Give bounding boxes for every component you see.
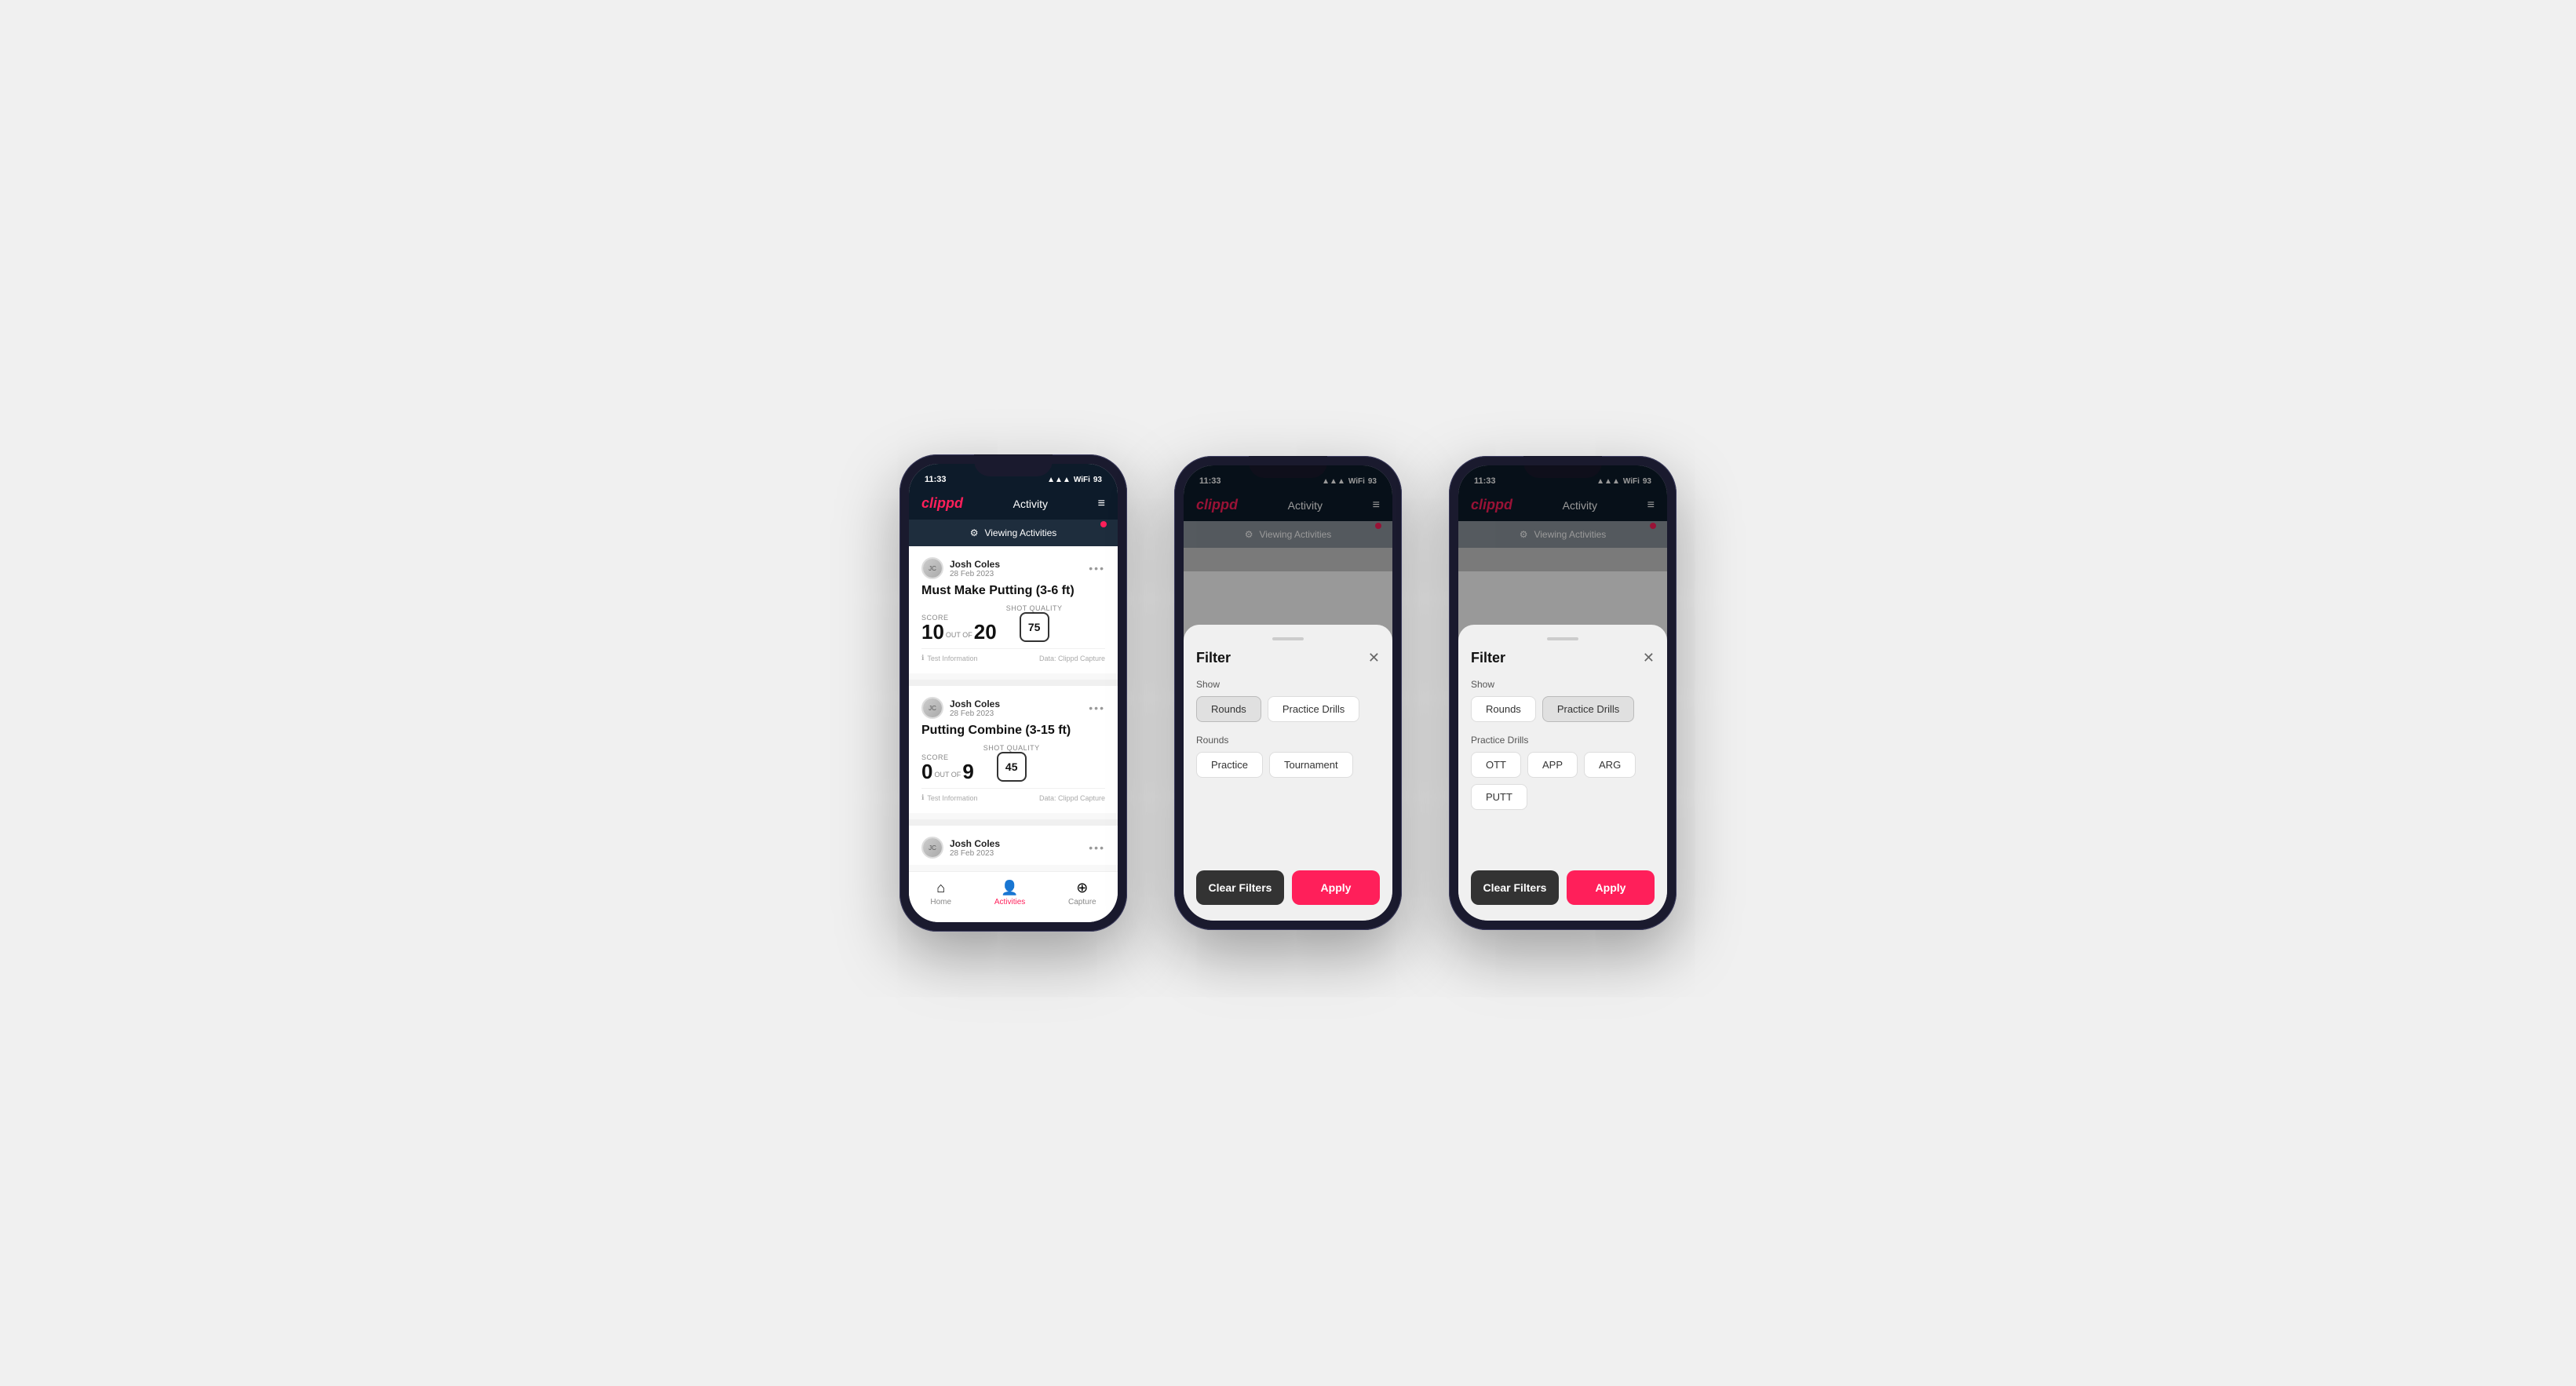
- avatar-2: JC: [921, 697, 943, 719]
- shots-value-1: 20: [974, 622, 997, 642]
- app-btn-3[interactable]: APP: [1527, 752, 1578, 778]
- clear-filters-btn-2[interactable]: Clear Filters: [1196, 870, 1284, 905]
- menu-icon-1[interactable]: ≡: [1098, 497, 1105, 511]
- phone-2: 11:33 ▲▲▲ WiFi 93 clippd Activity ≡: [1174, 456, 1402, 930]
- activity-item-1[interactable]: JC Josh Coles 28 Feb 2023 ••• Must Make …: [909, 546, 1118, 673]
- activity-item-3[interactable]: JC Josh Coles 28 Feb 2023 •••: [909, 826, 1118, 865]
- modal-header-3: Filter ✕: [1471, 650, 1655, 666]
- filter-modal-3: Filter ✕ Show Rounds Practice Drills: [1458, 625, 1667, 921]
- avatar-3: JC: [921, 837, 943, 859]
- practice-drills-filter-btn-2[interactable]: Practice Drills: [1268, 696, 1359, 722]
- sq-label-1: Shot Quality: [1006, 604, 1063, 612]
- user-name-1: Josh Coles: [950, 559, 1000, 570]
- putt-btn-3[interactable]: PUTT: [1471, 784, 1527, 810]
- filter-show-section-2: Show Rounds Practice Drills: [1196, 679, 1380, 722]
- capture-icon: ⊕: [1076, 880, 1088, 896]
- signal-icon-1: ▲▲▲: [1047, 476, 1071, 484]
- show-label-2: Show: [1196, 679, 1380, 690]
- modal-actions-3: Clear Filters Apply: [1471, 870, 1655, 905]
- rounds-filter-btn-3[interactable]: Rounds: [1471, 696, 1536, 722]
- nav-activities-label: Activities: [994, 898, 1025, 906]
- shot-quality-badge-1: 75: [1020, 612, 1049, 642]
- show-label-3: Show: [1471, 679, 1655, 690]
- arg-btn-3[interactable]: ARG: [1584, 752, 1636, 778]
- practice-btn-2[interactable]: Practice: [1196, 752, 1263, 778]
- nav-home[interactable]: ⌂ Home: [930, 880, 951, 906]
- filter-icon-1: ⚙: [970, 527, 979, 538]
- clear-filters-btn-3[interactable]: Clear Filters: [1471, 870, 1559, 905]
- bottom-nav-1: ⌂ Home 👤 Activities ⊕ Capture: [909, 871, 1118, 922]
- battery-icon-1: 93: [1093, 476, 1102, 484]
- modal-title-3: Filter: [1471, 650, 1505, 666]
- notch: [974, 454, 1053, 476]
- filter-show-section-3: Show Rounds Practice Drills: [1471, 679, 1655, 722]
- modal-handle-3: [1547, 637, 1578, 640]
- red-dot-1: [1100, 521, 1107, 527]
- pd-section-label-3: Practice Drills: [1471, 735, 1655, 746]
- modal-actions-2: Clear Filters Apply: [1196, 870, 1380, 905]
- info-icon-1: ℹ: [921, 654, 924, 662]
- avatar-1: JC: [921, 557, 943, 579]
- app-header-1: clippd Activity ≡: [909, 489, 1118, 520]
- nav-capture[interactable]: ⊕ Capture: [1068, 880, 1096, 906]
- more-dots-2[interactable]: •••: [1089, 702, 1105, 714]
- user-name-2: Josh Coles: [950, 698, 1000, 709]
- viewing-bar-wrap-1: ⚙ Viewing Activities: [909, 520, 1118, 546]
- logo-1: clippd: [921, 495, 963, 512]
- filter-modal-overlay-2: Filter ✕ Show Rounds Practice Drills: [1184, 465, 1392, 921]
- filter-rounds-section-2: Rounds Practice Tournament: [1196, 735, 1380, 778]
- footer-info-2: Test Information: [927, 794, 977, 802]
- filter-pd-section-3: Practice Drills OTT APP ARG PUTT: [1471, 735, 1655, 810]
- score-value-2: 0: [921, 761, 932, 782]
- shot-quality-badge-2: 45: [997, 752, 1027, 782]
- filter-modal-2: Filter ✕ Show Rounds Practice Drills: [1184, 625, 1392, 921]
- sq-label-2: Shot Quality: [983, 744, 1040, 752]
- nav-activities[interactable]: 👤 Activities: [994, 880, 1025, 906]
- activity-list-1: JC Josh Coles 28 Feb 2023 ••• Must Make …: [909, 546, 1118, 871]
- activity-item-2[interactable]: JC Josh Coles 28 Feb 2023 ••• Putting Co…: [909, 686, 1118, 813]
- modal-title-2: Filter: [1196, 650, 1231, 666]
- header-title-1: Activity: [1013, 498, 1048, 510]
- scene: 11:33 ▲▲▲ WiFi 93 clippd Activity ≡: [852, 407, 1724, 979]
- time-1: 11:33: [925, 475, 947, 484]
- practice-drills-filter-btn-3[interactable]: Practice Drills: [1542, 696, 1634, 722]
- phone-3: 11:33 ▲▲▲ WiFi 93 clippd Activity ≡: [1449, 456, 1677, 930]
- modal-close-3[interactable]: ✕: [1643, 650, 1655, 666]
- modal-close-2[interactable]: ✕: [1368, 650, 1380, 666]
- user-date-3: 28 Feb 2023: [950, 849, 1000, 858]
- activities-icon: 👤: [1001, 880, 1018, 896]
- tournament-btn-2[interactable]: Tournament: [1269, 752, 1353, 778]
- activity-title-2: Putting Combine (3-15 ft): [921, 724, 1105, 738]
- apply-btn-3[interactable]: Apply: [1567, 870, 1655, 905]
- home-icon: ⌂: [936, 880, 945, 896]
- shots-value-2: 9: [962, 761, 973, 782]
- apply-btn-2[interactable]: Apply: [1292, 870, 1380, 905]
- activity-title-1: Must Make Putting (3-6 ft): [921, 584, 1105, 598]
- nav-capture-label: Capture: [1068, 898, 1096, 906]
- user-name-3: Josh Coles: [950, 838, 1000, 849]
- modal-header-2: Filter ✕: [1196, 650, 1380, 666]
- more-dots-1[interactable]: •••: [1089, 562, 1105, 574]
- footer-info-1: Test Information: [927, 655, 977, 662]
- footer-data-1: Data: Clippd Capture: [1039, 655, 1105, 662]
- rounds-filter-btn-2[interactable]: Rounds: [1196, 696, 1261, 722]
- viewing-bar-1[interactable]: ⚙ Viewing Activities: [909, 520, 1118, 546]
- filter-modal-overlay-3: Filter ✕ Show Rounds Practice Drills: [1458, 465, 1667, 921]
- user-date-1: 28 Feb 2023: [950, 570, 1000, 578]
- more-dots-3[interactable]: •••: [1089, 841, 1105, 854]
- ott-btn-3[interactable]: OTT: [1471, 752, 1521, 778]
- rounds-section-label-2: Rounds: [1196, 735, 1380, 746]
- info-icon-2: ℹ: [921, 793, 924, 802]
- nav-home-label: Home: [930, 898, 951, 906]
- footer-data-2: Data: Clippd Capture: [1039, 794, 1105, 802]
- phone-1: 11:33 ▲▲▲ WiFi 93 clippd Activity ≡: [899, 454, 1127, 932]
- wifi-icon-1: WiFi: [1074, 476, 1090, 484]
- score-value-1: 10: [921, 622, 944, 642]
- viewing-bar-text-1: Viewing Activities: [984, 527, 1056, 538]
- user-date-2: 28 Feb 2023: [950, 709, 1000, 718]
- modal-handle-2: [1272, 637, 1304, 640]
